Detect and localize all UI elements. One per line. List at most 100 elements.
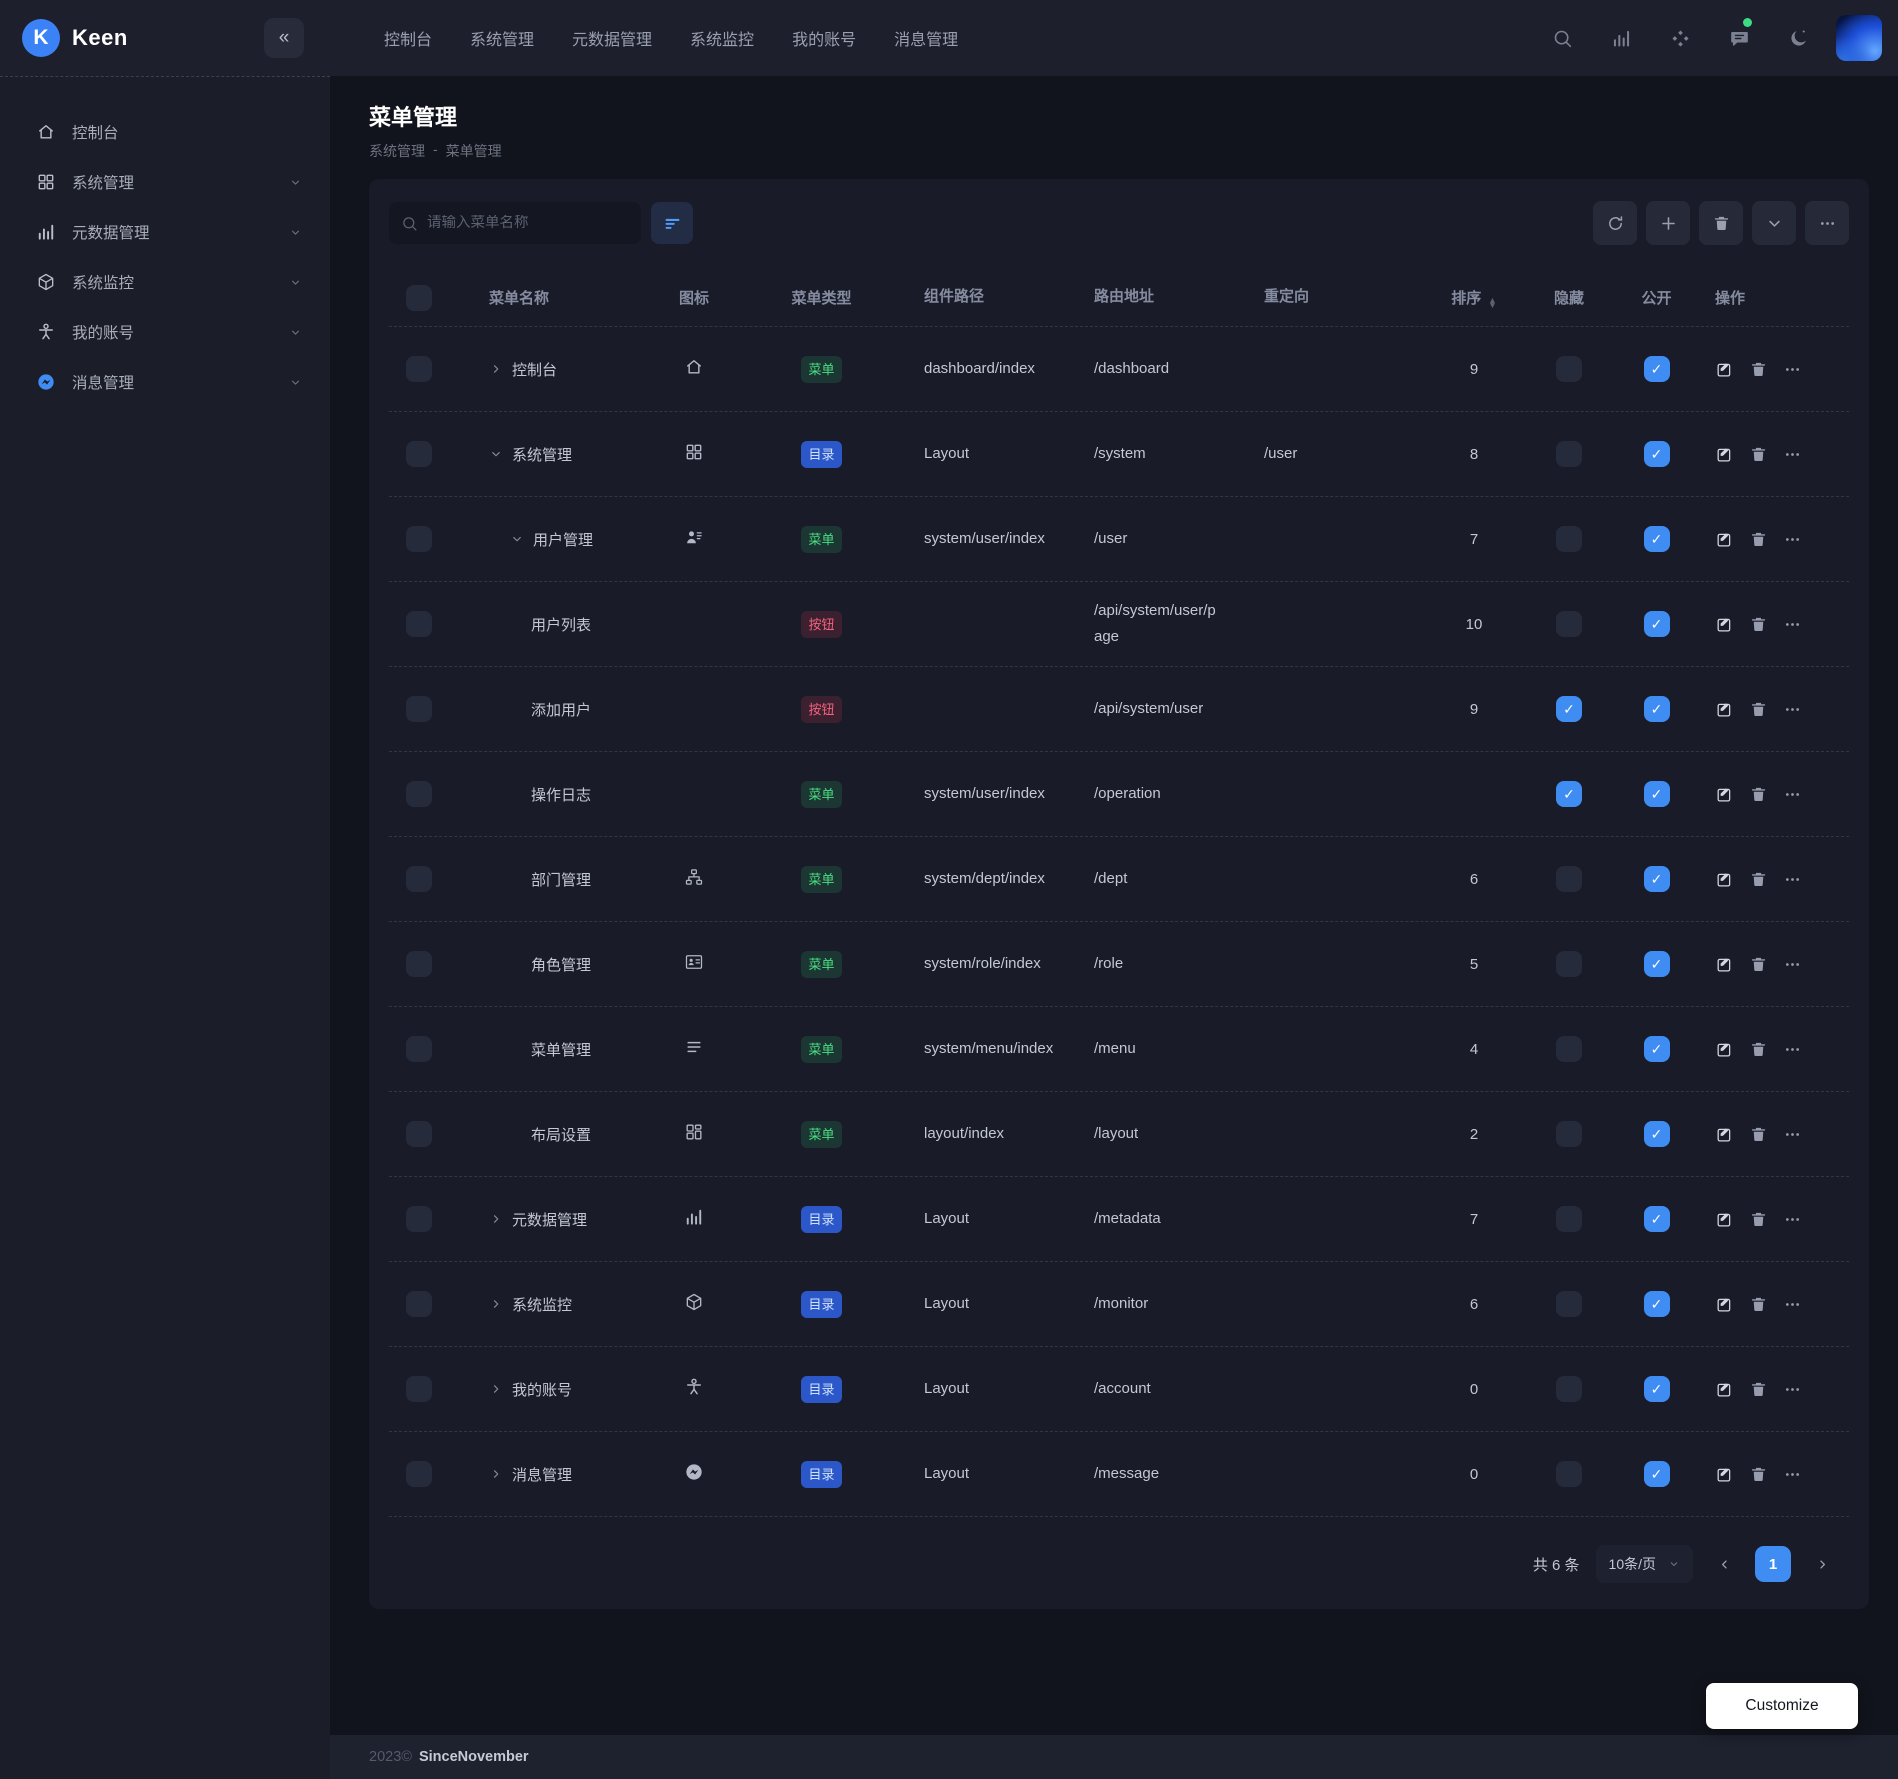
row-checkbox[interactable] xyxy=(406,1291,432,1317)
row-checkbox[interactable] xyxy=(406,781,432,807)
current-page-button[interactable]: 1 xyxy=(1755,1546,1791,1582)
edit-button[interactable] xyxy=(1715,870,1734,889)
edit-button[interactable] xyxy=(1715,955,1734,974)
edit-button[interactable] xyxy=(1715,1040,1734,1059)
hidden-checkbox[interactable] xyxy=(1556,1376,1582,1402)
more-button[interactable] xyxy=(1783,870,1802,889)
delete-button[interactable] xyxy=(1749,785,1768,804)
dark-mode-button[interactable] xyxy=(1777,17,1819,59)
hidden-checkbox[interactable] xyxy=(1556,441,1582,467)
public-checkbox[interactable] xyxy=(1643,1036,1670,1062)
more-button[interactable] xyxy=(1783,1125,1802,1144)
hidden-checkbox[interactable] xyxy=(1556,526,1582,552)
edit-button[interactable] xyxy=(1715,1125,1734,1144)
hidden-checkbox[interactable] xyxy=(1556,1206,1582,1232)
row-checkbox[interactable] xyxy=(406,1036,432,1062)
add-button[interactable] xyxy=(1646,201,1690,245)
hidden-checkbox[interactable] xyxy=(1556,866,1582,892)
next-page-button[interactable] xyxy=(1807,1547,1837,1581)
sort-carets-icon[interactable]: ▲ ▼ xyxy=(1488,296,1496,309)
hidden-checkbox[interactable] xyxy=(1556,781,1582,807)
chevron-right-icon[interactable] xyxy=(489,362,503,376)
public-checkbox[interactable] xyxy=(1643,866,1670,892)
chevron-right-icon[interactable] xyxy=(489,1382,503,1396)
menu-search-input[interactable] xyxy=(427,215,629,231)
hidden-checkbox[interactable] xyxy=(1556,951,1582,977)
chevron-right-icon[interactable] xyxy=(489,1467,503,1481)
page-size-select[interactable]: 10条/页 xyxy=(1595,1545,1693,1583)
public-checkbox[interactable] xyxy=(1643,781,1670,807)
edit-button[interactable] xyxy=(1715,445,1734,464)
row-checkbox[interactable] xyxy=(406,696,432,722)
row-checkbox[interactable] xyxy=(406,1461,432,1487)
row-checkbox[interactable] xyxy=(406,1376,432,1402)
more-button[interactable] xyxy=(1805,201,1849,245)
chevron-right-icon[interactable] xyxy=(489,1297,503,1311)
hidden-checkbox[interactable] xyxy=(1556,611,1582,637)
hidden-checkbox[interactable] xyxy=(1556,1461,1582,1487)
public-checkbox[interactable] xyxy=(1643,951,1670,977)
more-button[interactable] xyxy=(1783,785,1802,804)
more-button[interactable] xyxy=(1783,1465,1802,1484)
delete-button[interactable] xyxy=(1749,1210,1768,1229)
delete-button[interactable] xyxy=(1749,360,1768,379)
edit-button[interactable] xyxy=(1715,1465,1734,1484)
sidebar-item-account[interactable]: 我的账号 xyxy=(0,307,330,357)
nav-item-dashboard[interactable]: 控制台 xyxy=(384,26,432,50)
hidden-checkbox[interactable] xyxy=(1556,1036,1582,1062)
delete-button[interactable] xyxy=(1749,615,1768,634)
edit-button[interactable] xyxy=(1715,700,1734,719)
sidebar-item-message[interactable]: 消息管理 xyxy=(0,357,330,407)
more-button[interactable] xyxy=(1783,615,1802,634)
more-button[interactable] xyxy=(1783,700,1802,719)
sidebar-item-system[interactable]: 系统管理 xyxy=(0,157,330,207)
public-checkbox[interactable] xyxy=(1643,1376,1670,1402)
chevron-right-icon[interactable] xyxy=(489,1212,503,1226)
public-checkbox[interactable] xyxy=(1643,356,1670,382)
refresh-button[interactable] xyxy=(1593,201,1637,245)
row-checkbox[interactable] xyxy=(406,611,432,637)
edit-button[interactable] xyxy=(1715,1295,1734,1314)
more-button[interactable] xyxy=(1783,1210,1802,1229)
delete-button[interactable] xyxy=(1749,955,1768,974)
delete-button[interactable] xyxy=(1749,445,1768,464)
sidebar-collapse-button[interactable]: « xyxy=(264,18,304,58)
public-checkbox[interactable] xyxy=(1643,611,1670,637)
filter-button[interactable] xyxy=(651,202,693,244)
edit-button[interactable] xyxy=(1715,1210,1734,1229)
header-sort[interactable]: 排序 ▲ ▼ xyxy=(1451,287,1496,309)
delete-button[interactable] xyxy=(1749,1040,1768,1059)
public-checkbox[interactable] xyxy=(1643,1206,1670,1232)
public-checkbox[interactable] xyxy=(1643,441,1670,467)
delete-button[interactable] xyxy=(1749,530,1768,549)
more-button[interactable] xyxy=(1783,445,1802,464)
select-all-checkbox[interactable] xyxy=(406,284,432,311)
more-button[interactable] xyxy=(1783,955,1802,974)
public-checkbox[interactable] xyxy=(1643,1291,1670,1317)
prev-page-button[interactable] xyxy=(1709,1547,1739,1581)
delete-button[interactable] xyxy=(1749,870,1768,889)
row-checkbox[interactable] xyxy=(406,951,432,977)
customize-button[interactable]: Customize xyxy=(1706,1683,1858,1729)
more-button[interactable] xyxy=(1783,530,1802,549)
delete-button[interactable] xyxy=(1749,1125,1768,1144)
row-checkbox[interactable] xyxy=(406,526,432,552)
search-button[interactable] xyxy=(1541,17,1583,59)
row-checkbox[interactable] xyxy=(406,356,432,382)
messages-button[interactable] xyxy=(1718,17,1760,59)
nav-item-message[interactable]: 消息管理 xyxy=(894,26,958,50)
delete-button[interactable] xyxy=(1699,201,1743,245)
nav-item-system[interactable]: 系统管理 xyxy=(470,26,534,50)
more-button[interactable] xyxy=(1783,1380,1802,1399)
sidebar-item-monitor[interactable]: 系统监控 xyxy=(0,257,330,307)
edit-button[interactable] xyxy=(1715,1380,1734,1399)
collapse-rows-button[interactable] xyxy=(1752,201,1796,245)
more-button[interactable] xyxy=(1783,360,1802,379)
chevron-down-icon[interactable] xyxy=(489,447,503,461)
sidebar-item-dashboard[interactable]: 控制台 xyxy=(0,107,330,157)
row-checkbox[interactable] xyxy=(406,1121,432,1147)
more-button[interactable] xyxy=(1783,1295,1802,1314)
nav-item-monitor[interactable]: 系统监控 xyxy=(690,26,754,50)
delete-button[interactable] xyxy=(1749,700,1768,719)
edit-button[interactable] xyxy=(1715,530,1734,549)
